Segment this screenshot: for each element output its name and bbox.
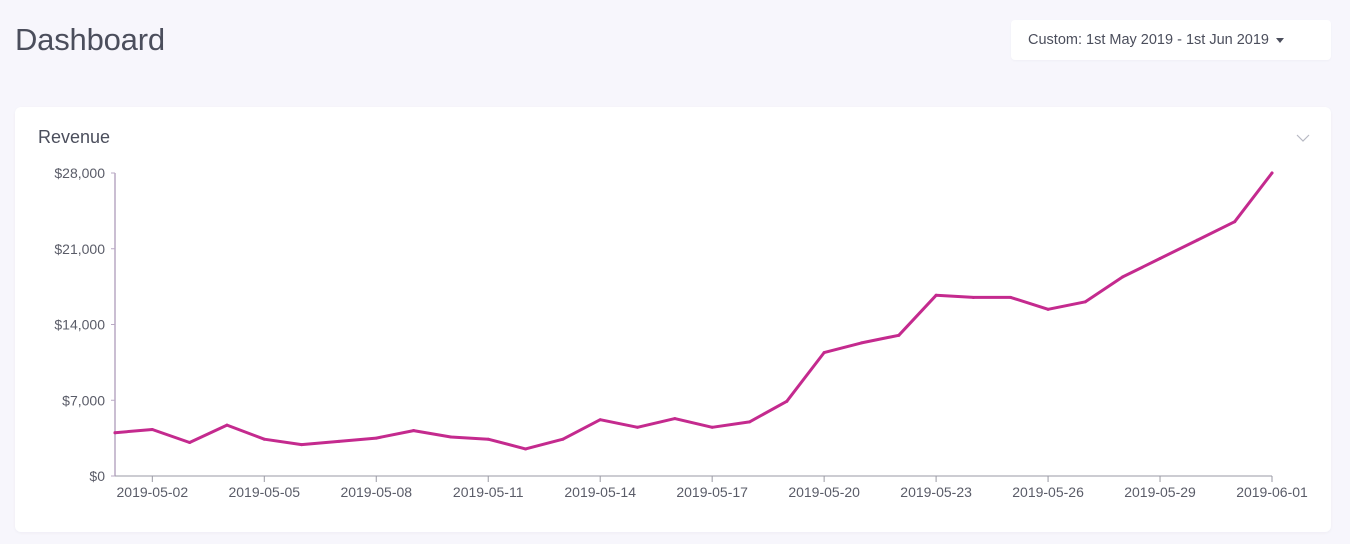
data-point	[300, 443, 304, 447]
data-point	[449, 435, 453, 439]
revenue-series-line	[113, 171, 1274, 451]
date-range-dropdown[interactable]: Custom: 1st May 2019 - 1st Jun 2019	[1011, 20, 1331, 60]
data-point	[785, 399, 789, 403]
x-tick-label: 2019-05-11	[453, 484, 524, 500]
data-point	[1046, 307, 1050, 311]
x-tick-label: 2019-06-01	[1236, 484, 1308, 500]
x-tick-label: 2019-05-05	[228, 484, 300, 500]
data-point	[412, 429, 416, 433]
data-point	[822, 351, 826, 355]
data-point	[524, 447, 528, 451]
data-point	[934, 293, 938, 297]
data-point	[1158, 256, 1162, 260]
x-tick-label: 2019-05-17	[676, 484, 748, 500]
data-point	[1233, 220, 1237, 224]
data-point	[337, 439, 341, 443]
data-point	[897, 333, 901, 337]
data-point	[1009, 295, 1013, 299]
data-point	[1270, 171, 1274, 175]
data-point	[1083, 300, 1087, 304]
y-tick-label: $21,000	[54, 241, 105, 257]
data-point	[374, 436, 378, 440]
caret-down-icon	[1276, 37, 1284, 43]
data-point	[636, 425, 640, 429]
data-point	[971, 295, 975, 299]
dashboard-page: Dashboard Custom: 1st May 2019 - 1st Jun…	[0, 0, 1350, 544]
x-tick-label: 2019-05-26	[1012, 484, 1084, 500]
y-tick-label: $7,000	[62, 392, 105, 408]
data-point	[262, 437, 266, 441]
revenue-card: Revenue $0 $7,000 $14,000 $21,000 $28,000 201…	[15, 107, 1331, 532]
data-point	[188, 440, 192, 444]
y-tick-label: $0	[89, 468, 105, 484]
x-tick-label: 2019-05-02	[117, 484, 189, 500]
data-point	[113, 431, 117, 435]
x-tick-label: 2019-05-20	[788, 484, 860, 500]
data-point	[710, 425, 714, 429]
x-tick-label: 2019-05-29	[1124, 484, 1196, 500]
revenue-chart: $0 $7,000 $14,000 $21,000 $28,000 2019-05-02 2…	[54, 165, 1308, 500]
data-point	[747, 420, 751, 424]
data-point	[598, 418, 602, 422]
x-tick-label: 2019-05-08	[340, 484, 412, 500]
page-title: Dashboard	[15, 22, 165, 57]
data-point	[150, 427, 154, 431]
date-range-label: Custom: 1st May 2019 - 1st Jun 2019	[1028, 32, 1269, 48]
y-tick-label: $28,000	[54, 165, 105, 181]
data-point	[225, 423, 229, 427]
data-point	[1121, 275, 1125, 279]
x-tick-label: 2019-05-23	[900, 484, 972, 500]
x-tick-label: 2019-05-14	[564, 484, 636, 500]
data-point	[673, 417, 677, 421]
data-point	[486, 437, 490, 441]
data-point	[561, 437, 565, 441]
data-point	[859, 341, 863, 345]
y-tick-label: $14,000	[54, 317, 105, 333]
data-point	[1195, 238, 1199, 242]
